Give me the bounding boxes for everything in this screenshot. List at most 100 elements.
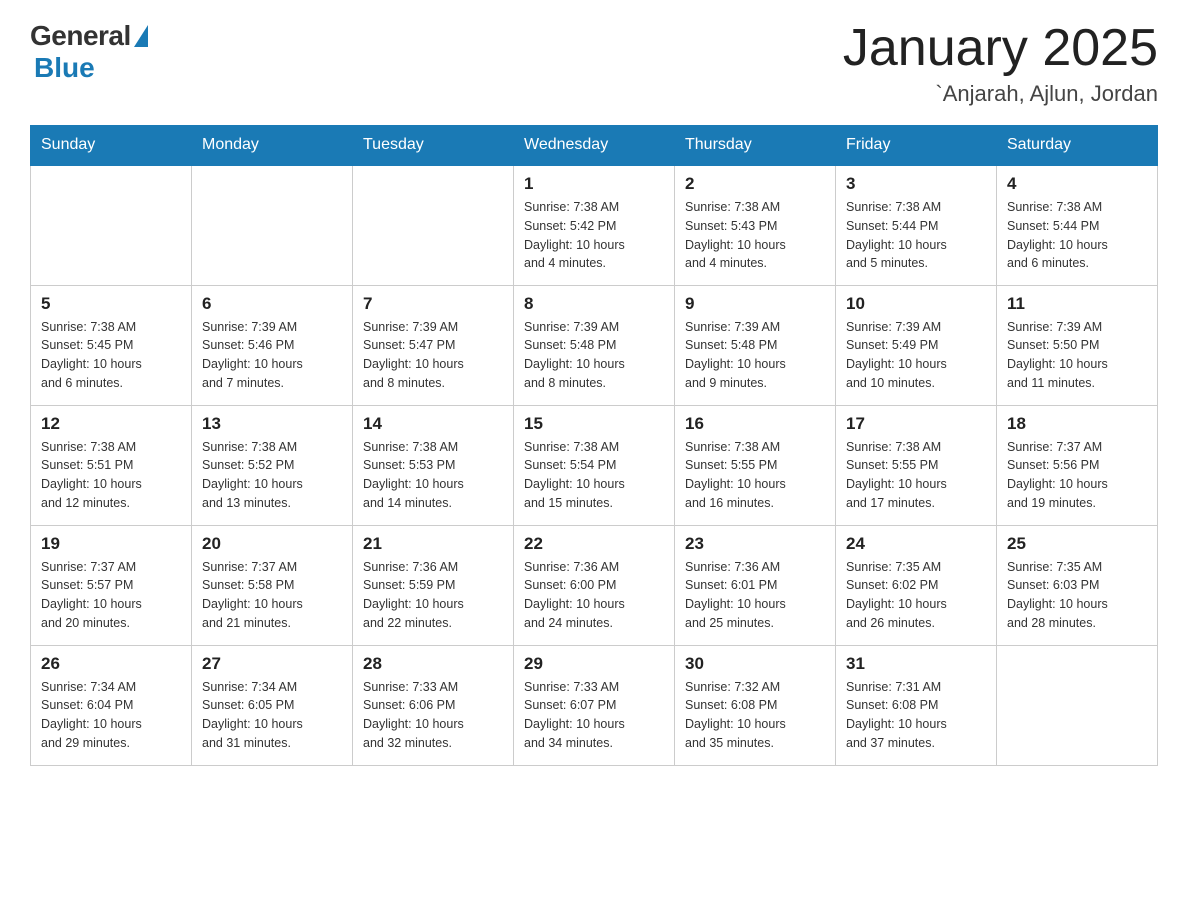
day-info: Sunrise: 7:39 AMSunset: 5:48 PMDaylight:… bbox=[685, 318, 825, 393]
day-info: Sunrise: 7:38 AMSunset: 5:53 PMDaylight:… bbox=[363, 438, 503, 513]
day-info: Sunrise: 7:32 AMSunset: 6:08 PMDaylight:… bbox=[685, 678, 825, 753]
week-row-3: 12 Sunrise: 7:38 AMSunset: 5:51 PMDayligh… bbox=[31, 405, 1158, 525]
weekday-header-tuesday: Tuesday bbox=[353, 126, 514, 166]
day-cell: 28Sunrise: 7:33 AMSunset: 6:06 PMDayligh… bbox=[353, 645, 514, 765]
day-number: 17 bbox=[846, 414, 986, 434]
day-number: 16 bbox=[685, 414, 825, 434]
day-number: 12 bbox=[41, 414, 181, 434]
day-number: 26 bbox=[41, 654, 181, 674]
day-cell: 14 Sunrise: 7:38 AMSunset: 5:53 PMDayligh… bbox=[353, 405, 514, 525]
day-cell: 22Sunrise: 7:36 AMSunset: 6:00 PMDayligh… bbox=[514, 525, 675, 645]
day-cell: 20 Sunrise: 7:37 AMSunset: 5:58 PMDayligh… bbox=[192, 525, 353, 645]
logo-general-text: General bbox=[30, 20, 131, 52]
day-cell: 31Sunrise: 7:31 AMSunset: 6:08 PMDayligh… bbox=[836, 645, 997, 765]
week-row-5: 26 Sunrise: 7:34 AMSunset: 6:04 PMDayligh… bbox=[31, 645, 1158, 765]
day-info: Sunrise: 7:39 AMSunset: 5:50 PMDaylight:… bbox=[1007, 318, 1147, 393]
day-cell bbox=[192, 165, 353, 285]
day-number: 30 bbox=[685, 654, 825, 674]
day-info: Sunrise: 7:39 AMSunset: 5:48 PMDaylight:… bbox=[524, 318, 664, 393]
day-number: 9 bbox=[685, 294, 825, 314]
day-cell: 8 Sunrise: 7:39 AMSunset: 5:48 PMDaylight… bbox=[514, 285, 675, 405]
day-cell: 24 Sunrise: 7:35 AMSunset: 6:02 PMDayligh… bbox=[836, 525, 997, 645]
weekday-row: SundayMondayTuesdayWednesdayThursdayFrid… bbox=[31, 126, 1158, 166]
day-cell: 29 Sunrise: 7:33 AMSunset: 6:07 PMDayligh… bbox=[514, 645, 675, 765]
day-number: 14 bbox=[363, 414, 503, 434]
day-number: 13 bbox=[202, 414, 342, 434]
day-info: Sunrise: 7:39 AMSunset: 5:49 PMDaylight:… bbox=[846, 318, 986, 393]
day-info: Sunrise: 7:38 AMSunset: 5:43 PMDaylight:… bbox=[685, 198, 825, 273]
day-info: Sunrise: 7:33 AMSunset: 6:07 PMDaylight:… bbox=[524, 678, 664, 753]
day-cell: 21 Sunrise: 7:36 AMSunset: 5:59 PMDayligh… bbox=[353, 525, 514, 645]
day-info: Sunrise: 7:37 AMSunset: 5:57 PMDaylight:… bbox=[41, 558, 181, 633]
day-number: 2 bbox=[685, 174, 825, 194]
day-number: 15 bbox=[524, 414, 664, 434]
day-cell: 25 Sunrise: 7:35 AMSunset: 6:03 PMDayligh… bbox=[997, 525, 1158, 645]
day-number: 1 bbox=[524, 174, 664, 194]
week-row-1: 1 Sunrise: 7:38 AMSunset: 5:42 PMDaylight… bbox=[31, 165, 1158, 285]
weekday-header-friday: Friday bbox=[836, 126, 997, 166]
day-cell: 5 Sunrise: 7:38 AMSunset: 5:45 PMDaylight… bbox=[31, 285, 192, 405]
day-number: 27 bbox=[202, 654, 342, 674]
logo-blue-text: Blue bbox=[34, 52, 95, 84]
day-cell: 27 Sunrise: 7:34 AMSunset: 6:05 PMDayligh… bbox=[192, 645, 353, 765]
day-info: Sunrise: 7:36 AMSunset: 6:00 PMDaylight:… bbox=[524, 558, 664, 633]
day-cell: 1 Sunrise: 7:38 AMSunset: 5:42 PMDaylight… bbox=[514, 165, 675, 285]
day-info: Sunrise: 7:36 AMSunset: 5:59 PMDaylight:… bbox=[363, 558, 503, 633]
day-cell: 3Sunrise: 7:38 AMSunset: 5:44 PMDaylight… bbox=[836, 165, 997, 285]
day-info: Sunrise: 7:35 AMSunset: 6:03 PMDaylight:… bbox=[1007, 558, 1147, 633]
day-cell: 7Sunrise: 7:39 AMSunset: 5:47 PMDaylight… bbox=[353, 285, 514, 405]
calendar-body: 1 Sunrise: 7:38 AMSunset: 5:42 PMDaylight… bbox=[31, 165, 1158, 765]
day-cell: 13 Sunrise: 7:38 AMSunset: 5:52 PMDayligh… bbox=[192, 405, 353, 525]
day-number: 19 bbox=[41, 534, 181, 554]
calendar-subtitle: `Anjarah, Ajlun, Jordan bbox=[843, 81, 1158, 107]
day-number: 20 bbox=[202, 534, 342, 554]
day-number: 4 bbox=[1007, 174, 1147, 194]
day-info: Sunrise: 7:31 AMSunset: 6:08 PMDaylight:… bbox=[846, 678, 986, 753]
day-cell: 17 Sunrise: 7:38 AMSunset: 5:55 PMDayligh… bbox=[836, 405, 997, 525]
day-cell bbox=[31, 165, 192, 285]
day-number: 6 bbox=[202, 294, 342, 314]
day-number: 7 bbox=[363, 294, 503, 314]
day-cell: 30 Sunrise: 7:32 AMSunset: 6:08 PMDayligh… bbox=[675, 645, 836, 765]
day-cell: 15 Sunrise: 7:38 AMSunset: 5:54 PMDayligh… bbox=[514, 405, 675, 525]
day-cell bbox=[997, 645, 1158, 765]
day-info: Sunrise: 7:39 AMSunset: 5:46 PMDaylight:… bbox=[202, 318, 342, 393]
day-cell: 2 Sunrise: 7:38 AMSunset: 5:43 PMDaylight… bbox=[675, 165, 836, 285]
day-info: Sunrise: 7:38 AMSunset: 5:42 PMDaylight:… bbox=[524, 198, 664, 273]
day-number: 25 bbox=[1007, 534, 1147, 554]
day-cell: 26 Sunrise: 7:34 AMSunset: 6:04 PMDayligh… bbox=[31, 645, 192, 765]
week-row-2: 5 Sunrise: 7:38 AMSunset: 5:45 PMDaylight… bbox=[31, 285, 1158, 405]
day-number: 29 bbox=[524, 654, 664, 674]
day-cell: 4 Sunrise: 7:38 AMSunset: 5:44 PMDaylight… bbox=[997, 165, 1158, 285]
day-info: Sunrise: 7:34 AMSunset: 6:04 PMDaylight:… bbox=[41, 678, 181, 753]
day-info: Sunrise: 7:38 AMSunset: 5:51 PMDaylight:… bbox=[41, 438, 181, 513]
day-number: 8 bbox=[524, 294, 664, 314]
day-cell: 19 Sunrise: 7:37 AMSunset: 5:57 PMDayligh… bbox=[31, 525, 192, 645]
day-info: Sunrise: 7:38 AMSunset: 5:44 PMDaylight:… bbox=[1007, 198, 1147, 273]
day-info: Sunrise: 7:38 AMSunset: 5:44 PMDaylight:… bbox=[846, 198, 986, 273]
day-info: Sunrise: 7:36 AMSunset: 6:01 PMDaylight:… bbox=[685, 558, 825, 633]
day-number: 21 bbox=[363, 534, 503, 554]
day-number: 24 bbox=[846, 534, 986, 554]
day-cell: 6 Sunrise: 7:39 AMSunset: 5:46 PMDaylight… bbox=[192, 285, 353, 405]
page-header: General Blue January 2025 `Anjarah, Ajlu… bbox=[30, 20, 1158, 107]
day-cell: 10 Sunrise: 7:39 AMSunset: 5:49 PMDayligh… bbox=[836, 285, 997, 405]
day-info: Sunrise: 7:37 AMSunset: 5:58 PMDaylight:… bbox=[202, 558, 342, 633]
day-number: 11 bbox=[1007, 294, 1147, 314]
weekday-header-saturday: Saturday bbox=[997, 126, 1158, 166]
day-info: Sunrise: 7:38 AMSunset: 5:45 PMDaylight:… bbox=[41, 318, 181, 393]
weekday-header-thursday: Thursday bbox=[675, 126, 836, 166]
day-cell: 16Sunrise: 7:38 AMSunset: 5:55 PMDayligh… bbox=[675, 405, 836, 525]
day-number: 10 bbox=[846, 294, 986, 314]
calendar-header: SundayMondayTuesdayWednesdayThursdayFrid… bbox=[31, 126, 1158, 166]
weekday-header-sunday: Sunday bbox=[31, 126, 192, 166]
calendar-title: January 2025 bbox=[843, 20, 1158, 77]
day-number: 18 bbox=[1007, 414, 1147, 434]
day-info: Sunrise: 7:38 AMSunset: 5:54 PMDaylight:… bbox=[524, 438, 664, 513]
day-info: Sunrise: 7:38 AMSunset: 5:55 PMDaylight:… bbox=[846, 438, 986, 513]
day-info: Sunrise: 7:34 AMSunset: 6:05 PMDaylight:… bbox=[202, 678, 342, 753]
day-info: Sunrise: 7:38 AMSunset: 5:52 PMDaylight:… bbox=[202, 438, 342, 513]
day-info: Sunrise: 7:37 AMSunset: 5:56 PMDaylight:… bbox=[1007, 438, 1147, 513]
day-info: Sunrise: 7:35 AMSunset: 6:02 PMDaylight:… bbox=[846, 558, 986, 633]
day-number: 5 bbox=[41, 294, 181, 314]
